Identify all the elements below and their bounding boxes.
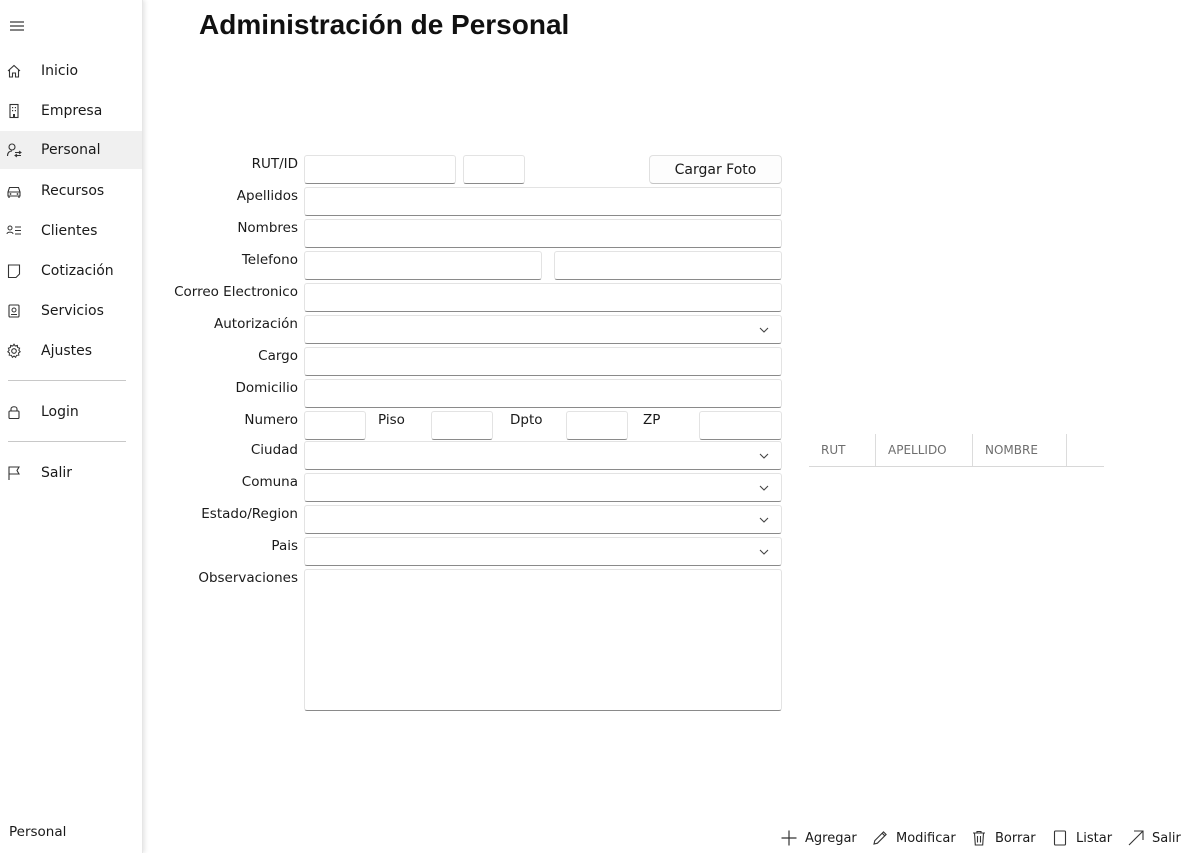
nav-item-personal[interactable]: Personal xyxy=(0,131,142,169)
nav-item-inicio[interactable]: Inicio xyxy=(0,52,142,90)
add-button[interactable]: Agregar xyxy=(780,826,857,850)
nav-item-servicios[interactable]: Servicios xyxy=(0,292,142,330)
home-icon xyxy=(7,64,21,78)
apellidos-input[interactable] xyxy=(304,187,782,216)
exit-button[interactable]: Salir xyxy=(1127,826,1181,850)
nav-label-ajustes: Ajustes xyxy=(41,343,93,359)
pais-label: Pais xyxy=(271,538,298,554)
telefono-label: Telefono xyxy=(241,252,298,268)
domicilio-label: Domicilio xyxy=(235,380,299,396)
chevron-down-icon xyxy=(759,453,769,459)
nav-divider xyxy=(8,380,126,381)
autorizacion-label: Autorización xyxy=(214,316,298,332)
rut-input[interactable] xyxy=(304,155,456,184)
delete-label: Borrar xyxy=(995,830,1036,846)
add-label: Agregar xyxy=(805,830,857,846)
dpto-label: Dpto xyxy=(510,412,543,428)
nav-label-recursos: Recursos xyxy=(41,183,105,199)
personal-grid-header: RUT APELLIDO NOMBRE xyxy=(809,434,1104,467)
nav-item-login[interactable]: Login xyxy=(0,393,142,431)
piso-input[interactable] xyxy=(431,411,493,440)
delete-button[interactable]: Borrar xyxy=(970,826,1036,850)
apellidos-label: Apellidos xyxy=(236,188,298,204)
telefono-input[interactable] xyxy=(304,251,542,280)
nav-label-clientes: Clientes xyxy=(41,223,98,239)
zp-input[interactable] xyxy=(699,411,782,440)
column-header-nombre[interactable]: NOMBRE xyxy=(973,434,1066,466)
nombres-input[interactable] xyxy=(304,219,782,248)
flag-icon xyxy=(8,466,20,480)
arrow-up-right-icon xyxy=(1128,830,1144,846)
nav-label-salir: Salir xyxy=(41,465,73,481)
service-icon xyxy=(8,304,20,318)
autorizacion-select[interactable] xyxy=(304,315,782,344)
chevron-down-icon xyxy=(759,327,769,333)
nav-label-personal: Personal xyxy=(41,142,101,158)
chevron-down-icon xyxy=(759,517,769,523)
nav-label-empresa: Empresa xyxy=(41,103,103,119)
comuna-select[interactable] xyxy=(304,473,782,502)
nav-item-empresa[interactable]: Empresa xyxy=(0,92,142,130)
observaciones-textarea[interactable] xyxy=(304,569,782,711)
document-icon xyxy=(7,264,21,279)
plus-icon xyxy=(781,830,797,846)
telefono-2-input[interactable] xyxy=(554,251,782,280)
nav-item-cotizacion[interactable]: Cotización xyxy=(0,252,142,290)
nombres-label: Nombres xyxy=(237,220,298,236)
correo-input[interactable] xyxy=(304,283,782,312)
column-separator[interactable] xyxy=(1066,434,1067,466)
list-button[interactable]: Listar xyxy=(1051,826,1112,850)
lock-icon xyxy=(8,406,20,420)
pencil-icon xyxy=(873,831,887,845)
pais-select[interactable] xyxy=(304,537,782,566)
car-icon xyxy=(7,186,21,198)
nav-label-inicio: Inicio xyxy=(41,63,79,79)
observaciones-label: Observaciones xyxy=(198,570,298,586)
nav-item-salir[interactable]: Salir xyxy=(0,454,142,492)
person-swap-icon xyxy=(6,143,22,158)
nav-label-servicios: Servicios xyxy=(41,303,104,319)
estado-region-label: Estado/Region xyxy=(201,506,298,522)
nav-divider xyxy=(8,441,126,442)
nav-label-cotizacion: Cotización xyxy=(41,263,114,279)
sidebar-footer-label: Personal xyxy=(9,824,67,840)
numero-label: Numero xyxy=(244,412,298,428)
contact-list-icon xyxy=(6,225,21,235)
domicilio-input[interactable] xyxy=(304,379,782,408)
rut-dv-input[interactable] xyxy=(463,155,525,184)
page-icon xyxy=(1053,830,1067,846)
trash-icon xyxy=(973,830,985,846)
chevron-down-icon xyxy=(759,485,769,491)
nav-item-recursos[interactable]: Recursos xyxy=(0,172,142,210)
rut-label: RUT/ID xyxy=(251,156,298,172)
navigation-pane: Inicio Empresa Personal Recursos Cliente… xyxy=(0,0,143,853)
cargo-label: Cargo xyxy=(258,348,298,364)
edit-label: Modificar xyxy=(896,830,956,846)
nav-item-clientes[interactable]: Clientes xyxy=(0,212,142,250)
correo-label: Correo Electronico xyxy=(174,284,298,300)
nav-label-login: Login xyxy=(41,404,79,420)
cargo-input[interactable] xyxy=(304,347,782,376)
estado-region-select[interactable] xyxy=(304,505,782,534)
column-header-rut[interactable]: RUT xyxy=(809,434,875,466)
zp-label: ZP xyxy=(643,412,661,428)
exit-label: Salir xyxy=(1152,830,1181,846)
piso-label: Piso xyxy=(378,412,405,428)
dpto-input[interactable] xyxy=(566,411,628,440)
ciudad-select[interactable] xyxy=(304,441,782,470)
gear-icon xyxy=(7,343,21,359)
list-label: Listar xyxy=(1076,830,1113,846)
edit-button[interactable]: Modificar xyxy=(871,826,956,850)
nav-item-ajustes[interactable]: Ajustes xyxy=(0,332,142,370)
upload-photo-button[interactable]: Cargar Foto xyxy=(649,155,782,184)
building-icon xyxy=(9,103,19,119)
chevron-down-icon xyxy=(759,549,769,555)
page-title: Administración de Personal xyxy=(199,9,570,40)
ciudad-label: Ciudad xyxy=(250,442,298,458)
numero-input[interactable] xyxy=(304,411,366,440)
column-header-apellido[interactable]: APELLIDO xyxy=(876,434,973,466)
hamburger-menu-icon[interactable] xyxy=(8,18,26,34)
comuna-label: Comuna xyxy=(241,474,298,490)
